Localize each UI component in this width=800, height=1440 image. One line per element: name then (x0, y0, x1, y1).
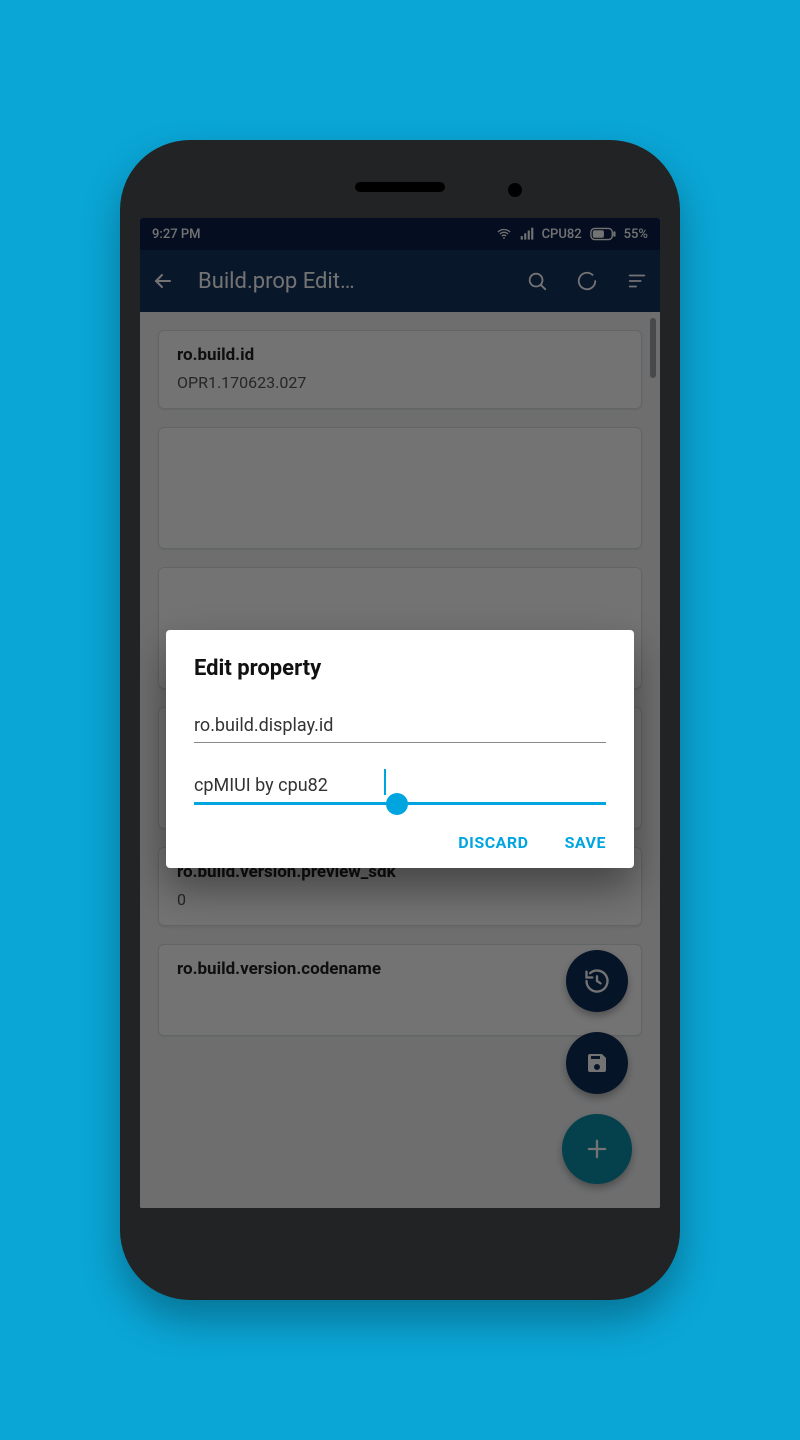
text-caret (384, 769, 386, 795)
screen: 9:27 PM CPU82 (140, 218, 660, 1208)
property-key-field[interactable] (194, 711, 606, 743)
discard-button[interactable]: DISCARD (458, 833, 528, 852)
phone-frame: 9:27 PM CPU82 (120, 140, 680, 1300)
dialog-actions: DISCARD SAVE (194, 833, 606, 852)
cursor-handle[interactable] (386, 793, 408, 815)
phone-speaker (355, 182, 445, 192)
edit-property-dialog: Edit property DISCARD SAVE (166, 630, 634, 868)
underline (194, 742, 606, 743)
property-key-input[interactable] (194, 711, 606, 742)
save-button[interactable]: SAVE (565, 833, 606, 852)
phone-camera (508, 183, 522, 197)
property-value-field[interactable] (194, 771, 606, 805)
dialog-title: Edit property (194, 656, 606, 681)
